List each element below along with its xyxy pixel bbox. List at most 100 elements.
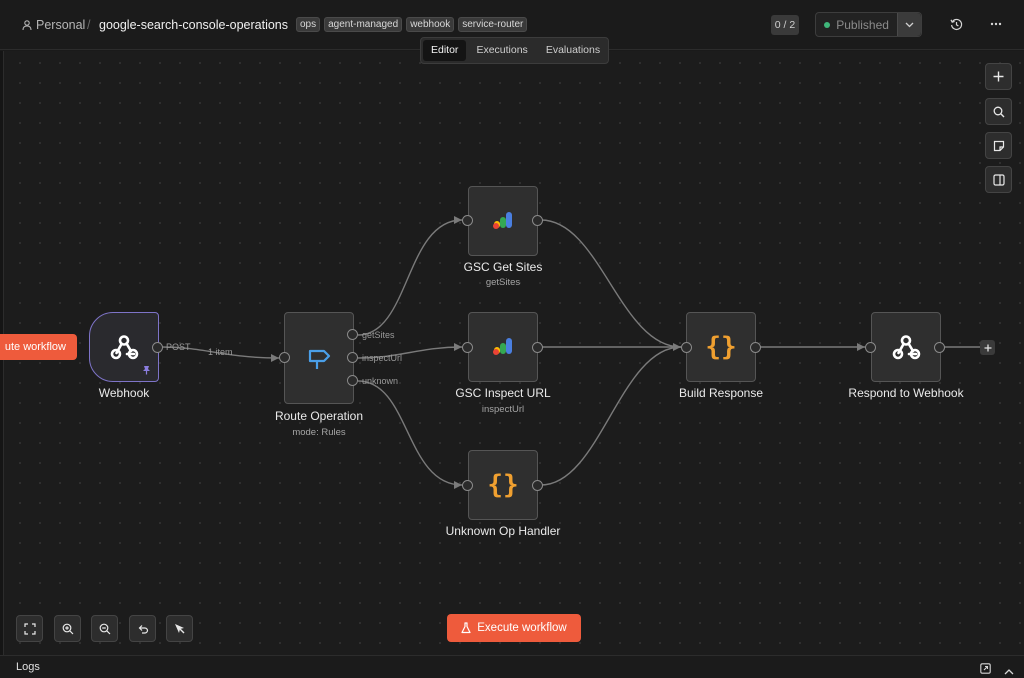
- plus-icon: [984, 344, 991, 351]
- node-build-response[interactable]: {}: [686, 312, 756, 382]
- route-input-handle[interactable]: [279, 352, 290, 363]
- route-output-unknown-label: unknown: [362, 376, 399, 386]
- node-unknown-op-title: Unknown Op Handler: [445, 524, 561, 538]
- tag-ops[interactable]: ops: [296, 17, 321, 32]
- search-icon: [993, 106, 1004, 117]
- node-gsc-inspect-url-subtitle: inspectUrl: [481, 404, 525, 415]
- publish-control: Published: [815, 12, 922, 37]
- node-respond-to-webhook[interactable]: [871, 312, 941, 382]
- history-icon: [949, 18, 962, 30]
- breadcrumb-separator: /: [87, 18, 91, 32]
- node-unknown-op-handler[interactable]: {}: [468, 450, 538, 520]
- panel-icon: [992, 173, 1005, 186]
- add-node-button[interactable]: [985, 63, 1012, 90]
- node-route-subtitle: mode: Rules: [292, 427, 346, 438]
- sticky-note-button[interactable]: [985, 132, 1012, 159]
- logs-label: Logs: [16, 661, 40, 673]
- add-node-end-button[interactable]: [980, 340, 995, 355]
- gsc-inspect-url-input-handle[interactable]: [462, 342, 473, 353]
- google-search-console-icon: [493, 212, 512, 229]
- zoom-in-button[interactable]: [54, 615, 81, 642]
- plus-icon: [993, 71, 1004, 82]
- popout-icon: [980, 663, 991, 674]
- execute-workflow-button[interactable]: Execute workflow: [447, 614, 581, 642]
- route-output-getsites-label: getSites: [362, 330, 395, 340]
- unknown-op-input-handle[interactable]: [462, 480, 473, 491]
- webhook-icon: [892, 335, 921, 360]
- tidy-up-button[interactable]: [166, 615, 193, 642]
- google-search-console-icon: [493, 338, 512, 355]
- flask-icon: [461, 622, 471, 634]
- gsc-get-sites-input-handle[interactable]: [462, 215, 473, 226]
- undo-icon: [138, 624, 148, 634]
- gsc-get-sites-output-handle[interactable]: [532, 215, 543, 226]
- zoom-out-button[interactable]: [91, 615, 118, 642]
- route-output-getsites-handle[interactable]: [347, 329, 358, 340]
- toggle-panel-button[interactable]: [985, 166, 1012, 193]
- wand-cursor-icon: [175, 624, 185, 634]
- node-gsc-get-sites[interactable]: [468, 186, 538, 256]
- user-icon: [22, 19, 32, 30]
- pin-icon: [143, 366, 150, 375]
- tag-agent-managed[interactable]: agent-managed: [324, 17, 403, 32]
- fit-view-button[interactable]: [16, 615, 43, 642]
- workflow-name[interactable]: google-search-console-operations: [99, 17, 288, 33]
- published-status-dot: [824, 21, 831, 28]
- unknown-op-output-handle[interactable]: [532, 480, 543, 491]
- tag-list: ops agent-managed webhook service-router: [296, 17, 528, 32]
- undo-button[interactable]: [129, 615, 156, 642]
- node-respond-title: Respond to Webhook: [848, 386, 964, 400]
- publish-button[interactable]: Published: [816, 13, 897, 36]
- more-options-button[interactable]: [988, 16, 1004, 32]
- tab-evaluations[interactable]: Evaluations: [538, 40, 608, 61]
- logs-expand-button[interactable]: [1004, 662, 1014, 678]
- view-tabs: Editor Executions Evaluations: [420, 37, 609, 64]
- node-route-title: Route Operation: [274, 409, 364, 423]
- edge-item-count: 1 item: [208, 347, 233, 357]
- fit-view-icon: [23, 622, 36, 635]
- chevron-down-icon: [905, 22, 914, 27]
- chevron-up-icon: [1004, 669, 1014, 675]
- node-route-operation[interactable]: [284, 312, 354, 404]
- project-label: Personal: [36, 18, 86, 32]
- execute-workflow-label: Execute workflow: [477, 622, 567, 634]
- node-build-response-title: Build Response: [678, 386, 764, 400]
- zoom-out-icon: [99, 623, 110, 634]
- node-gsc-inspect-url[interactable]: [468, 312, 538, 382]
- gsc-inspect-url-output-handle[interactable]: [532, 342, 543, 353]
- more-horizontal-icon: [990, 22, 1002, 26]
- respond-input-handle[interactable]: [865, 342, 876, 353]
- route-output-inspecturl-label: inspectUrl: [362, 353, 403, 363]
- execute-workflow-button-left[interactable]: ute workflow: [0, 334, 77, 360]
- node-gsc-get-sites-title: GSC Get Sites: [463, 260, 543, 274]
- webhook-icon: [110, 335, 139, 360]
- build-response-input-handle[interactable]: [681, 342, 692, 353]
- node-webhook[interactable]: [89, 312, 159, 382]
- logs-popout-button[interactable]: [980, 661, 991, 678]
- search-nodes-button[interactable]: [985, 98, 1012, 125]
- tab-executions[interactable]: Executions: [468, 40, 535, 61]
- tab-editor[interactable]: Editor: [423, 40, 467, 61]
- node-gsc-inspect-url-title: GSC Inspect URL: [455, 386, 551, 400]
- logs-bar[interactable]: Logs: [0, 655, 1024, 678]
- router-signpost-icon: [308, 349, 331, 369]
- code-braces-icon: {}: [705, 332, 737, 362]
- version-counter[interactable]: 0 / 2: [771, 15, 799, 35]
- breadcrumb-project[interactable]: Personal: [22, 17, 85, 33]
- node-gsc-get-sites-subtitle: getSites: [485, 277, 521, 288]
- node-webhook-title: Webhook: [98, 386, 150, 400]
- publish-label: Published: [836, 17, 889, 32]
- code-braces-icon: {}: [487, 470, 519, 500]
- history-button[interactable]: [948, 16, 964, 32]
- webhook-output-handle[interactable]: [152, 342, 163, 353]
- tag-service-router[interactable]: service-router: [458, 17, 528, 32]
- build-response-output-handle[interactable]: [750, 342, 761, 353]
- zoom-in-icon: [62, 623, 73, 634]
- respond-output-handle[interactable]: [934, 342, 945, 353]
- tag-webhook[interactable]: webhook: [406, 17, 455, 32]
- webhook-port-label: POST: [166, 342, 191, 352]
- route-output-unknown-handle[interactable]: [347, 375, 358, 386]
- sticky-note-icon: [993, 140, 1004, 151]
- route-output-inspecturl-handle[interactable]: [347, 352, 358, 363]
- publish-dropdown-button[interactable]: [897, 13, 921, 36]
